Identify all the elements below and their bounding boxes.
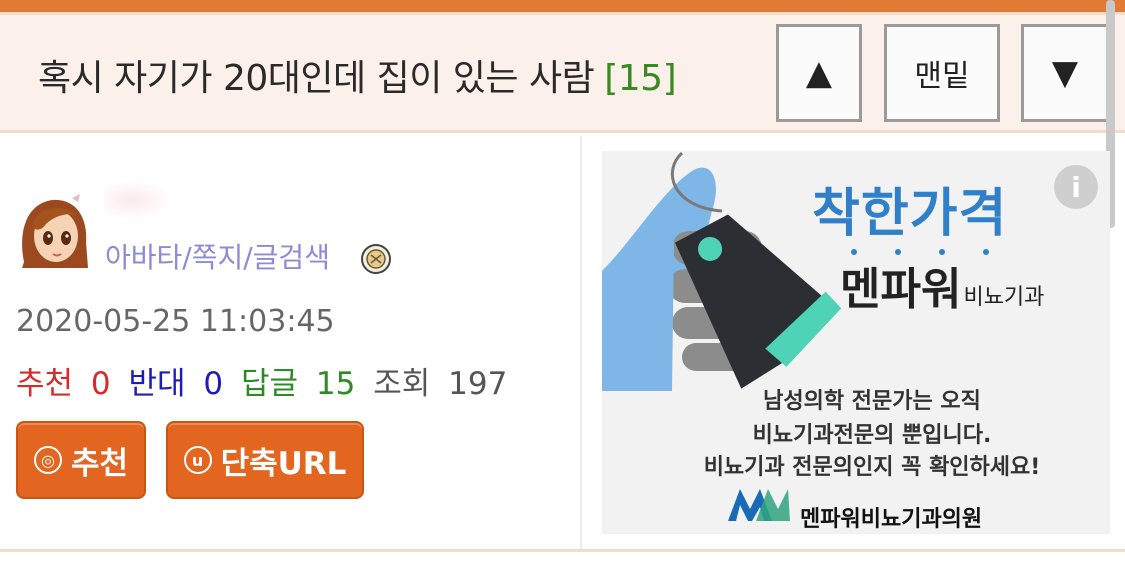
ad-brand-name: 멘파워 [840, 264, 962, 315]
ad-headline: 착한가격 [812, 184, 1008, 244]
oppose-count: 0 [203, 366, 224, 402]
post-info-panel: 아바타/쪽지/글검색 2020-05-25 11:03:45 추천 0 반대 0… [0, 136, 580, 549]
post-date: 2020-05-25 11:03:45 [16, 304, 335, 339]
author-name-blurred [104, 180, 174, 220]
post-title: 혹시 자기가 20대인데 집이 있는 사람 [15] [38, 49, 677, 101]
thumbs-up-tag-illustration [602, 151, 842, 391]
ad-clinic-name: 멘파워비뇨기과의원 [800, 507, 983, 532]
ad-brand-sub: 비뇨기과 [963, 285, 1045, 310]
post-stats: 추천 0 반대 0 답글 15 조회 197 [16, 358, 507, 403]
reply-label: 답글 [241, 366, 299, 402]
level-badge-icon [361, 244, 391, 274]
views-count: 197 [448, 366, 508, 402]
arrow-up-icon: ▲ [805, 53, 833, 93]
reply-count: 15 [315, 366, 356, 402]
views-label: 조회 [373, 366, 431, 402]
ad-copy-line-1: 남성의학 전문가는 오직 [763, 389, 981, 414]
recommend-button-label: 추천 [70, 445, 129, 482]
ad-copy-line-3: 비뇨기과 전문의인지 꼭 확인하세요! [703, 455, 1041, 480]
scroll-up-button[interactable]: ▲ [776, 24, 862, 122]
ad-info-icon[interactable]: i [1054, 165, 1098, 209]
arrow-down-icon: ▼ [1051, 53, 1079, 93]
column-divider [580, 136, 582, 549]
recommend-count: 0 [90, 366, 111, 402]
scroll-bottom-button[interactable]: 맨밑 [884, 24, 1000, 122]
top-accent-bar [0, 0, 1125, 12]
ad-brand: 멘파워비뇨기과 [840, 253, 1044, 317]
bottom-divider [0, 549, 1125, 552]
short-url-button-label: 단축URL [220, 445, 347, 482]
link-u-icon: u [183, 446, 212, 474]
oppose-label: 반대 [128, 366, 186, 402]
scroll-bottom-label: 맨밑 [914, 59, 970, 94]
short-url-button[interactable]: u 단축URL [166, 421, 364, 499]
avatar[interactable] [16, 192, 90, 268]
ad-copy-line-2: 비뇨기과전문의 뿐입니다. [752, 423, 992, 448]
comment-count[interactable]: [15] [604, 58, 676, 99]
clinic-logo-icon [728, 489, 790, 521]
recommend-icon: ◎ [33, 446, 62, 474]
author-profile-link[interactable]: 아바타/쪽지/글검색 [105, 236, 330, 276]
scroll-down-button[interactable]: ▼ [1021, 24, 1109, 122]
ad-banner[interactable]: i 착한가격 멘파워비뇨기과 남성의학 전문가는 오직 비뇨기과전문의 뿐입니다… [602, 151, 1110, 534]
recommend-button[interactable]: ◎ 추천 [16, 421, 146, 499]
post-header: 혹시 자기가 20대인데 집이 있는 사람 [15] ▲ 맨밑 ▼ [0, 15, 1125, 133]
recommend-label: 추천 [16, 366, 74, 402]
post-title-text: 혹시 자기가 20대인데 집이 있는 사람 [38, 58, 595, 99]
